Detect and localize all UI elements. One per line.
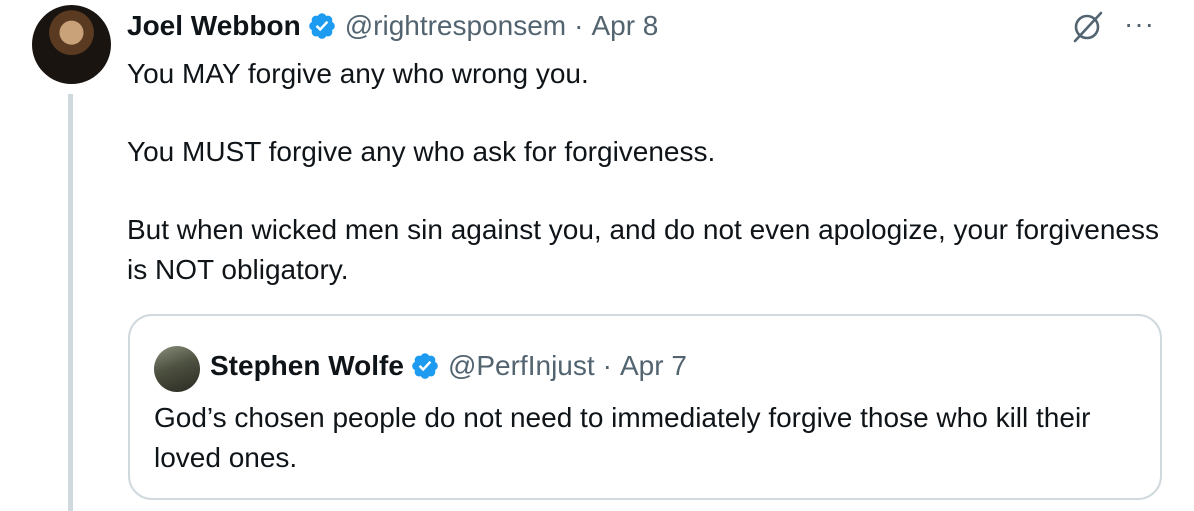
- verified-badge-icon: [412, 353, 438, 379]
- more-options-icon[interactable]: ···: [1124, 10, 1155, 38]
- tweet-date[interactable]: Apr 8: [591, 10, 658, 42]
- quoted-tweet[interactable]: Stephen Wolfe @PerfInjust · Apr 7 God’s …: [128, 314, 1162, 500]
- quoted-author-handle[interactable]: @PerfInjust: [448, 350, 595, 382]
- tweet[interactable]: Joel Webbon @rightresponsem · Apr 8 ··· …: [0, 0, 1194, 511]
- tweet-header: Joel Webbon @rightresponsem · Apr 8: [127, 6, 658, 46]
- quoted-author-avatar[interactable]: [154, 346, 200, 392]
- author-avatar[interactable]: [32, 5, 111, 84]
- tweet-paragraph: But when wicked men sin against you, and…: [127, 214, 1167, 285]
- separator-dot: ·: [602, 350, 612, 381]
- author-name[interactable]: Joel Webbon: [127, 10, 301, 42]
- author-handle[interactable]: @rightresponsem: [345, 10, 566, 42]
- quoted-tweet-text: God’s chosen people do not need to immed…: [154, 402, 1091, 473]
- quoted-author-name[interactable]: Stephen Wolfe: [210, 350, 404, 382]
- quoted-tweet-date[interactable]: Apr 7: [620, 350, 687, 382]
- tweet-paragraph: You MUST forgive any who ask for forgive…: [127, 136, 716, 167]
- verified-badge-icon: [308, 13, 335, 39]
- separator-dot: ·: [574, 10, 584, 41]
- tweet-paragraph: You MAY forgive any who wrong you.: [127, 58, 589, 89]
- grok-icon[interactable]: [1070, 10, 1104, 44]
- tweet-body: You MAY forgive any who wrong you. You M…: [127, 54, 1167, 290]
- quoted-tweet-header: Stephen Wolfe @PerfInjust · Apr 7: [210, 346, 687, 386]
- thread-connector-line: [68, 94, 73, 511]
